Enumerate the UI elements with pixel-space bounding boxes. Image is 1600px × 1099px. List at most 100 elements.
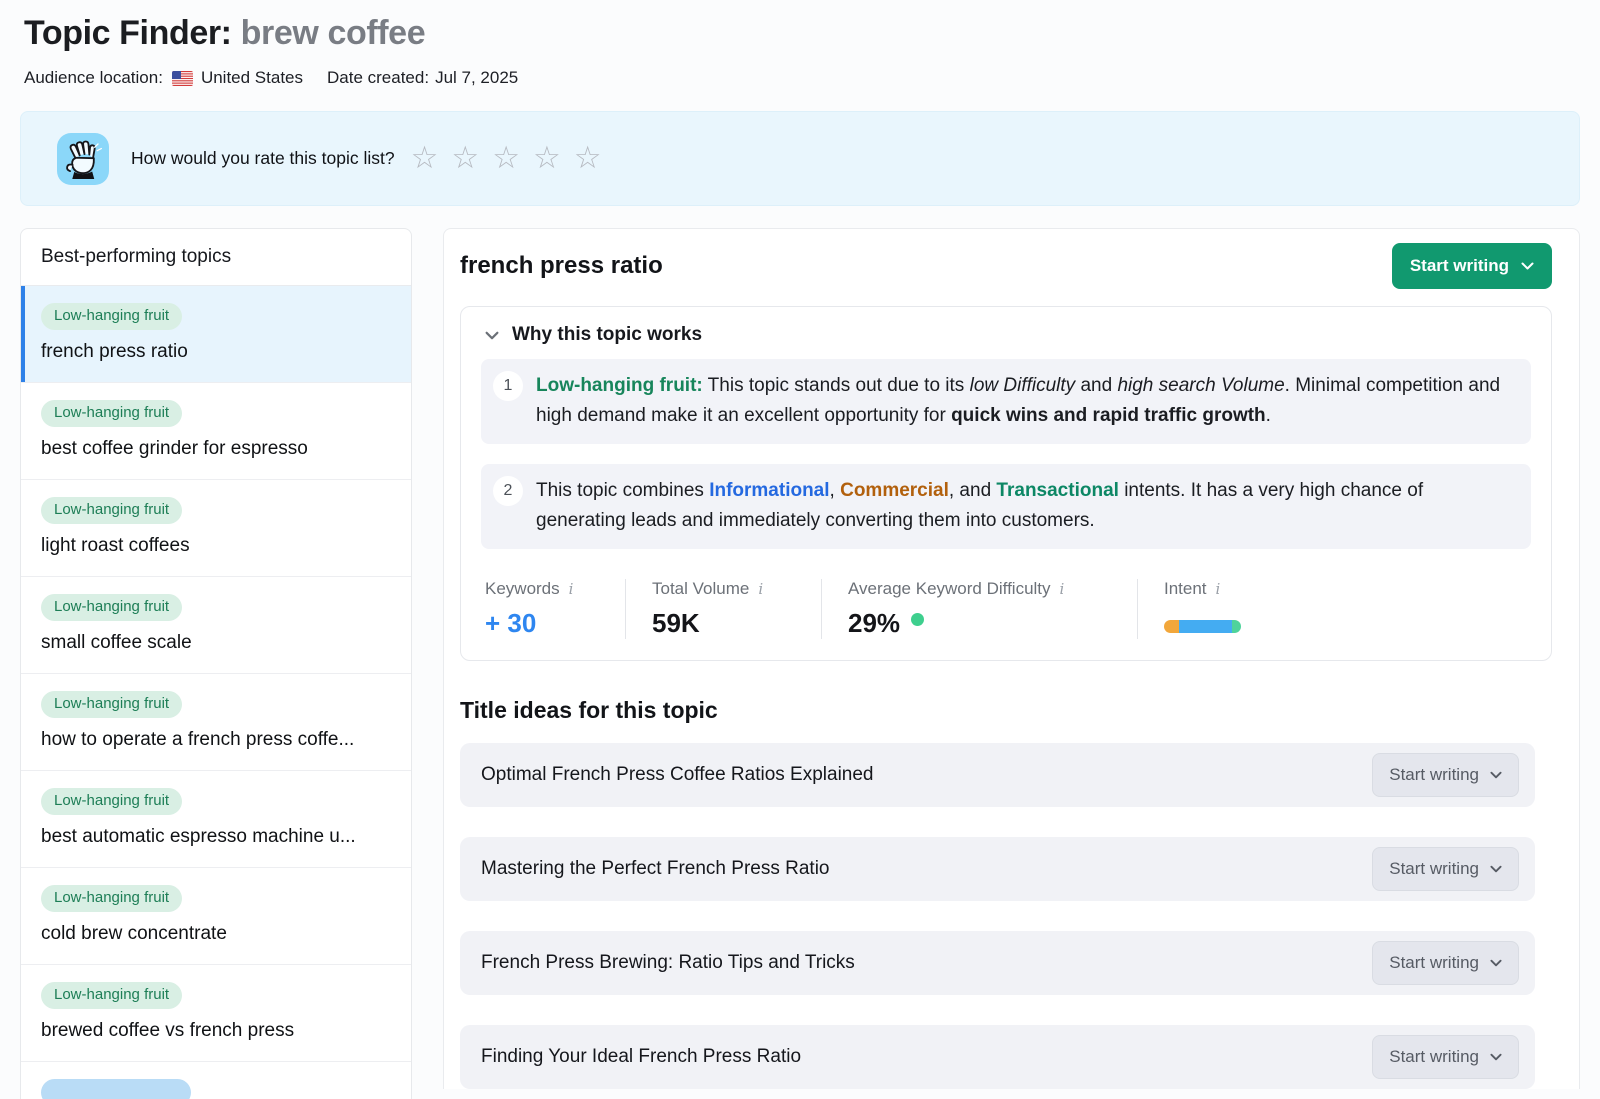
topic-item-label: french press ratio xyxy=(41,341,391,363)
start-writing-idea-button[interactable]: Start writing xyxy=(1372,941,1519,985)
low-hanging-fruit-badge: Low-hanging fruit xyxy=(41,691,182,718)
low-hanging-fruit-badge: Low-hanging fruit xyxy=(41,885,182,912)
low-hanging-fruit-badge: Low-hanging fruit xyxy=(41,400,182,427)
why-point-1: 1 Low-hanging fruit: This topic stands o… xyxy=(481,359,1531,444)
chevron-down-icon xyxy=(1521,262,1534,270)
us-flag-icon xyxy=(172,71,193,86)
page-title: Topic Finder: brew coffee xyxy=(24,14,1576,53)
audience-location-value: United States xyxy=(201,68,303,88)
star-5-icon[interactable]: ☆ xyxy=(574,143,602,174)
intent-transactional-segment xyxy=(1232,620,1241,633)
chevron-down-icon xyxy=(1490,1053,1502,1061)
topic-finder-page: Topic Finder: brew coffee Audience locat… xyxy=(0,0,1600,1099)
page-header: Topic Finder: brew coffee Audience locat… xyxy=(0,0,1600,88)
rating-question: How would you rate this topic list? xyxy=(131,148,395,169)
title-ideas-heading: Title ideas for this topic xyxy=(460,697,1552,724)
title-ideas-list: Optimal French Press Coffee Ratios Expla… xyxy=(460,743,1552,1089)
title-idea-card: Mastering the Perfect French Press Ratio… xyxy=(460,837,1535,901)
title-idea-card: French Press Brewing: Ratio Tips and Tri… xyxy=(460,931,1535,995)
start-writing-label: Start writing xyxy=(1389,765,1479,785)
star-3-icon[interactable]: ☆ xyxy=(492,143,520,174)
topic-item-label: how to operate a french press coffe... xyxy=(41,729,391,751)
chevron-down-icon xyxy=(1490,771,1502,779)
point-italic: high search Volume xyxy=(1117,375,1284,396)
transactional-intent-label: Transactional xyxy=(996,480,1119,501)
metric-intent-label-row: Intent i xyxy=(1164,579,1241,599)
content-area: Best-performing topics Low-hanging fruit… xyxy=(20,228,1580,1099)
metric-keyword-difficulty: Average Keyword Difficulty i 29% xyxy=(821,579,1137,639)
why-topic-works-title: Why this topic works xyxy=(512,324,702,346)
low-hanging-fruit-badge: Low-hanging fruit xyxy=(41,982,182,1009)
metric-total-volume-value: 59K xyxy=(652,608,795,639)
star-4-icon[interactable]: ☆ xyxy=(533,143,561,174)
low-hanging-fruit-highlight: Low-hanging fruit: xyxy=(536,375,703,396)
point-text: , xyxy=(830,480,841,501)
topic-item-cold-brew-concentrate[interactable]: Low-hanging fruit cold brew concentrate xyxy=(21,868,411,965)
why-point-2: 2 This topic combines Informational, Com… xyxy=(481,464,1531,549)
chevron-down-icon xyxy=(1490,959,1502,967)
page-title-prefix: Topic Finder: xyxy=(24,14,241,52)
point-text: . xyxy=(1266,405,1271,426)
title-idea-text: Optimal French Press Coffee Ratios Expla… xyxy=(481,764,874,786)
topic-metrics-row: Keywords i + 30 Total Volume i 59K xyxy=(461,569,1551,660)
why-point-1-text: Low-hanging fruit: This topic stands out… xyxy=(536,371,1509,431)
metric-difficulty-value: 29% xyxy=(848,608,900,639)
point-text: This topic stands out due to its xyxy=(703,375,970,396)
metric-keywords: Keywords i + 30 xyxy=(485,579,625,639)
topic-item-label: cold brew concentrate xyxy=(41,923,391,945)
topic-item-brewed-coffee-vs-french-press[interactable]: Low-hanging fruit brewed coffee vs frenc… xyxy=(21,965,411,1062)
topic-detail-header: french press ratio Start writing xyxy=(460,243,1552,289)
metric-difficulty-label-row: Average Keyword Difficulty i xyxy=(848,579,1111,599)
low-hanging-fruit-badge: Low-hanging fruit xyxy=(41,788,182,815)
sidebar-title: Best-performing topics xyxy=(21,229,411,286)
date-created-value: Jul 7, 2025 xyxy=(435,68,518,88)
topic-item-best-coffee-grinder[interactable]: Low-hanging fruit best coffee grinder fo… xyxy=(21,383,411,480)
chevron-down-icon xyxy=(485,331,499,340)
point-text: and xyxy=(1075,375,1117,396)
topic-item-label: light roast coffees xyxy=(41,535,391,557)
intent-distribution-bar xyxy=(1164,620,1241,633)
point-text: , and xyxy=(949,480,997,501)
info-icon[interactable]: i xyxy=(569,580,574,598)
intent-commercial-segment xyxy=(1164,620,1179,633)
low-hanging-fruit-badge: Low-hanging fruit xyxy=(41,303,182,330)
topic-badge-partial xyxy=(41,1079,191,1099)
topic-item-light-roast-coffees[interactable]: Low-hanging fruit light roast coffees xyxy=(21,480,411,577)
why-topic-works-header[interactable]: Why this topic works xyxy=(461,307,1551,359)
low-hanging-fruit-badge: Low-hanging fruit xyxy=(41,594,182,621)
topic-item-label: best automatic espresso machine u... xyxy=(41,826,391,848)
metric-difficulty-value-row: 29% xyxy=(848,599,1111,639)
start-writing-idea-button[interactable]: Start writing xyxy=(1372,753,1519,797)
point-bold: quick wins and rapid traffic growth xyxy=(951,405,1266,426)
metric-total-volume-label-row: Total Volume i xyxy=(652,579,795,599)
start-writing-idea-button[interactable]: Start writing xyxy=(1372,1035,1519,1079)
start-writing-label: Start writing xyxy=(1389,953,1479,973)
topic-item-best-automatic-espresso-machine[interactable]: Low-hanging fruit best automatic espress… xyxy=(21,771,411,868)
info-icon[interactable]: i xyxy=(1216,580,1221,598)
informational-intent-label: Informational xyxy=(709,480,829,501)
title-idea-text: Mastering the Perfect French Press Ratio xyxy=(481,858,829,880)
topic-item-french-press-ratio[interactable]: Low-hanging fruit french press ratio xyxy=(21,286,411,383)
topic-item-small-coffee-scale[interactable]: Low-hanging fruit small coffee scale xyxy=(21,577,411,674)
title-idea-card: Finding Your Ideal French Press Ratio St… xyxy=(460,1025,1535,1089)
commercial-intent-label: Commercial xyxy=(840,480,949,501)
metric-label: Intent xyxy=(1164,579,1207,599)
metric-intent: Intent i xyxy=(1137,579,1267,639)
start-writing-button[interactable]: Start writing xyxy=(1392,243,1552,289)
waving-hand-icon xyxy=(57,133,109,185)
metric-total-volume: Total Volume i 59K xyxy=(625,579,821,639)
star-2-icon[interactable]: ☆ xyxy=(451,143,479,174)
page-meta: Audience location: United States Date cr… xyxy=(24,68,1576,88)
star-1-icon[interactable]: ☆ xyxy=(411,143,439,174)
topic-item-label: small coffee scale xyxy=(41,632,391,654)
metric-keywords-value: + 30 xyxy=(485,608,599,639)
topic-item-label: best coffee grinder for espresso xyxy=(41,438,391,460)
intent-informational-segment xyxy=(1179,620,1232,633)
info-icon[interactable]: i xyxy=(758,580,763,598)
topic-item-how-to-operate-french-press[interactable]: Low-hanging fruit how to operate a frenc… xyxy=(21,674,411,771)
info-icon[interactable]: i xyxy=(1060,580,1065,598)
start-writing-idea-button[interactable]: Start writing xyxy=(1372,847,1519,891)
topic-item-partial[interactable] xyxy=(21,1062,411,1099)
point-number: 1 xyxy=(493,371,523,401)
topic-detail-title: french press ratio xyxy=(460,252,663,280)
